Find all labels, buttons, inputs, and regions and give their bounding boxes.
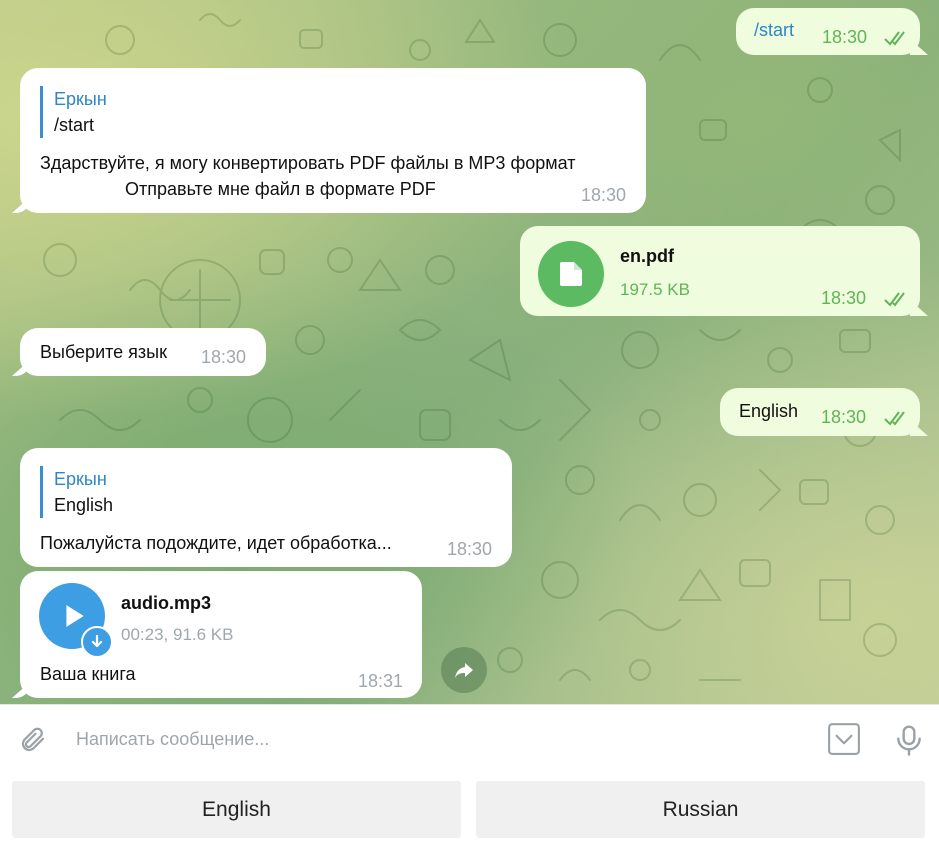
download-arrow-icon	[91, 634, 103, 648]
microphone-icon[interactable]	[893, 722, 925, 758]
reply-quote[interactable]: Еркын English	[40, 466, 113, 518]
paperclip-icon[interactable]	[18, 725, 48, 755]
forward-button[interactable]	[441, 647, 487, 693]
forward-arrow-icon	[455, 663, 473, 678]
message-outgoing-start[interactable]: /start 18:30	[736, 8, 920, 55]
message-time: 18:30	[822, 27, 868, 47]
message-text: Выберите язык	[40, 342, 167, 362]
file-size: 197.5 KB	[620, 280, 690, 299]
message-incoming-audio[interactable]: audio.mp3 00:23, 91.6 KB Ваша книга 18:3…	[20, 571, 422, 698]
reply-quoted-text: /start	[54, 115, 95, 135]
message-outgoing-file[interactable]: en.pdf 197.5 KB 18:30	[520, 226, 920, 316]
message-text: Пожалуйста подождите, идет обработка...	[40, 533, 392, 553]
keyboard-button-english[interactable]: English	[12, 781, 461, 838]
read-checkmarks-icon	[884, 411, 905, 426]
download-badge[interactable]	[81, 626, 113, 658]
reply-author-name: Еркын	[54, 469, 107, 489]
read-checkmarks-icon	[884, 292, 905, 307]
message-time: 18:31	[358, 671, 404, 691]
message-text: English	[739, 401, 799, 421]
message-text[interactable]: /start	[754, 20, 794, 41]
message-incoming-choose-language[interactable]: Выберите язык 18:30	[20, 328, 266, 376]
message-time: 18:30	[821, 288, 867, 308]
reply-quote[interactable]: Еркын /start	[40, 86, 107, 138]
message-time: 18:30	[447, 539, 493, 559]
read-checkmarks-icon	[884, 31, 905, 46]
audio-file-name[interactable]: audio.mp3	[121, 593, 211, 614]
message-text-line-1: Здарствуйте, я могу конвертировать PDF ф…	[40, 153, 576, 173]
message-incoming-processing[interactable]: Еркын English Пожалуйста подождите, идет…	[20, 448, 512, 567]
file-download-button[interactable]	[538, 241, 604, 307]
audio-play-button[interactable]	[39, 583, 113, 658]
play-icon	[66, 605, 84, 627]
keyboard-button-russian[interactable]: Russian	[476, 781, 925, 838]
document-icon	[560, 262, 582, 286]
message-composer: Написать сообщение...	[0, 704, 939, 775]
message-time: 18:30	[581, 185, 627, 205]
reply-quoted-text: English	[54, 495, 114, 515]
message-incoming-greeting[interactable]: Еркын /start Здарствуйте, я могу конверт…	[20, 68, 646, 213]
message-text-line-2: Отправьте мне файл в формате PDF	[125, 179, 436, 199]
message-input[interactable]: Написать сообщение...	[76, 729, 269, 750]
file-name[interactable]: en.pdf	[620, 246, 674, 267]
reply-author-name: Еркын	[54, 89, 107, 109]
message-caption: Ваша книга	[40, 664, 136, 684]
message-time: 18:30	[821, 407, 867, 427]
audio-file-meta: 00:23, 91.6 KB	[121, 625, 234, 644]
message-time: 18:30	[201, 347, 247, 367]
keyboard-toggle-icon[interactable]	[827, 722, 861, 756]
message-outgoing-english[interactable]: English 18:30	[720, 388, 920, 436]
